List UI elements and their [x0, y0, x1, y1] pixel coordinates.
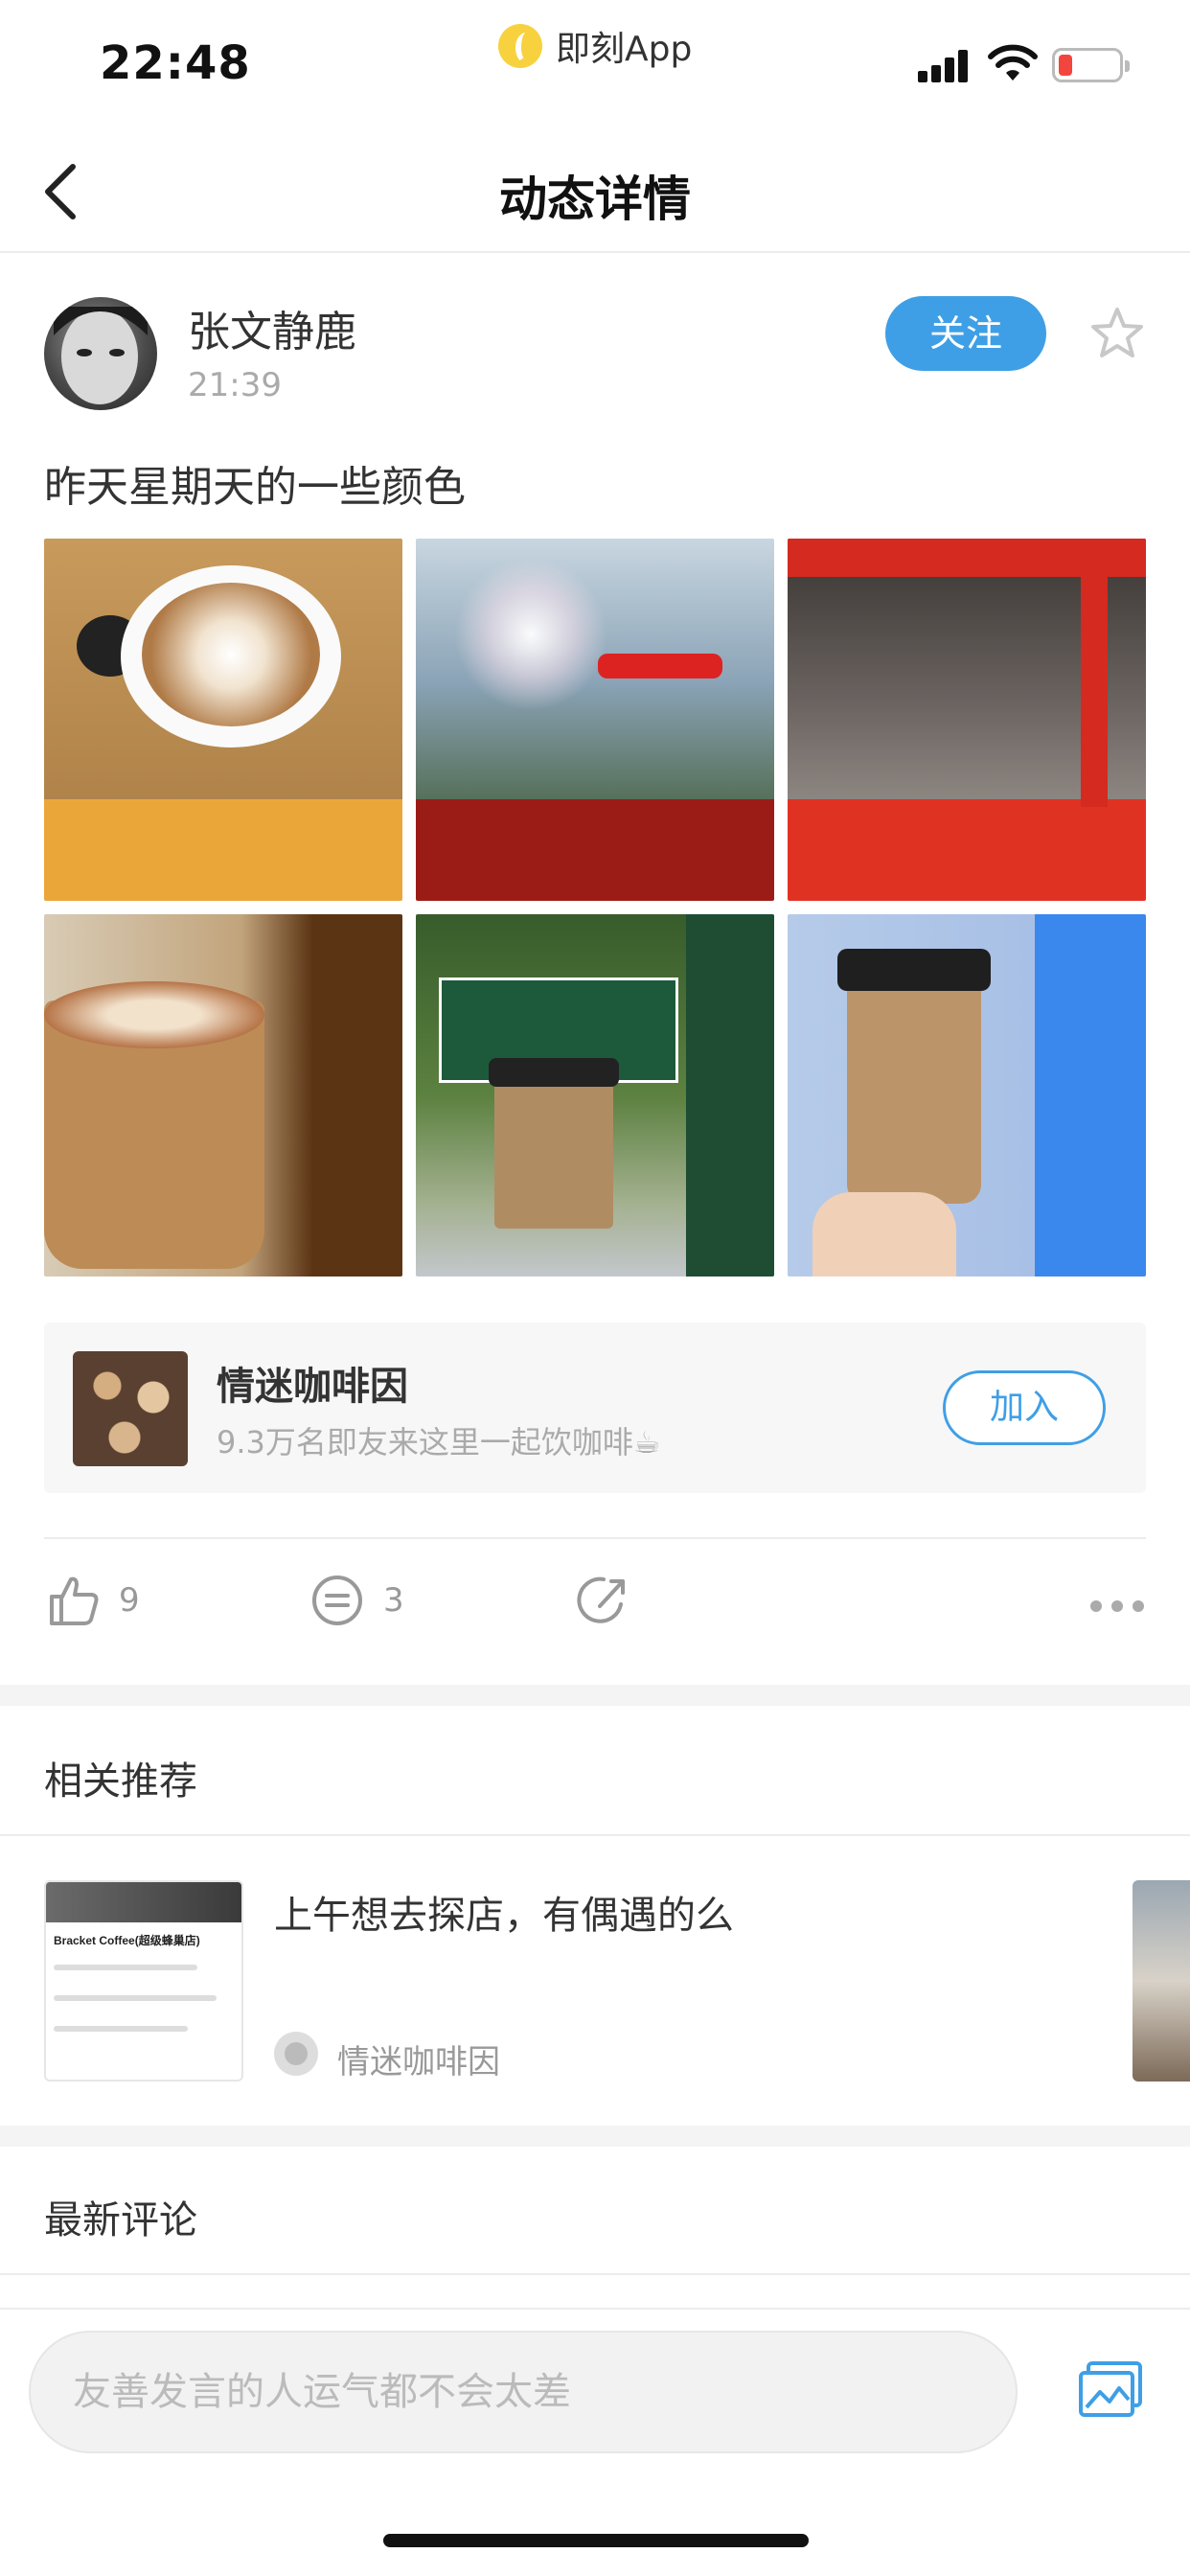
- recommend-thumbnail-text: Bracket Coffee(超级蜂巢店): [54, 1934, 200, 1947]
- post-text: 昨天星期天的一些颜色: [44, 463, 466, 512]
- comment-icon: [312, 1576, 362, 1625]
- section-gap: [0, 2126, 1190, 2147]
- comment-count: 3: [383, 1581, 404, 1620]
- photo-espresso-machine[interactable]: [788, 539, 1146, 901]
- group-description: 9.3万名即友来这里一起饮咖啡☕: [217, 1424, 661, 1460]
- jike-app-icon: [498, 24, 542, 68]
- share-icon: [577, 1576, 625, 1623]
- next-recommendation-thumbnail[interactable]: [1133, 1880, 1190, 2082]
- photo-deer-coffee-cup[interactable]: [788, 914, 1146, 1276]
- recommend-thumbnail[interactable]: Bracket Coffee(超级蜂巢店): [44, 1880, 243, 2082]
- divider: [44, 1537, 1146, 1539]
- star-icon[interactable]: [1088, 305, 1146, 362]
- more-dots-icon: [1090, 1600, 1102, 1612]
- nav-bar: 动态详情: [0, 125, 1190, 253]
- photo-handwritten-cup[interactable]: [44, 914, 402, 1276]
- wifi-icon: [988, 44, 1038, 80]
- like-count: 9: [119, 1581, 140, 1620]
- divider: [0, 2308, 1190, 2310]
- post-timestamp: 21:39: [188, 366, 282, 404]
- join-group-button[interactable]: 加入: [943, 1370, 1106, 1445]
- recommend-post-title[interactable]: 上午想去探店，有偶遇的么: [274, 1884, 734, 1940]
- comment-button[interactable]: 3: [309, 1572, 404, 1629]
- battery-icon: [1052, 48, 1130, 82]
- comments-section-title: 最新评论: [44, 2198, 197, 2242]
- image-picker-icon[interactable]: [1077, 2359, 1144, 2419]
- home-indicator[interactable]: [383, 2534, 809, 2547]
- author-name[interactable]: 张文静鹿: [188, 297, 356, 358]
- status-time: 22:48: [100, 36, 251, 90]
- share-button[interactable]: [575, 1572, 632, 1629]
- cellular-signal-icon: [918, 50, 972, 82]
- divider: [0, 2273, 1190, 2275]
- status-app-indicator: 即刻App: [498, 21, 692, 71]
- page-title: 动态详情: [499, 172, 691, 227]
- group-avatar-icon: [274, 2032, 318, 2076]
- group-name: 情迷咖啡因: [217, 1365, 408, 1409]
- like-button[interactable]: 9: [44, 1572, 140, 1629]
- group-thumbnail: [73, 1351, 188, 1466]
- avatar-portrait: [54, 307, 148, 404]
- photo-street-sign-cup[interactable]: [416, 914, 774, 1276]
- recommend-section-title: 相关推荐: [44, 1760, 197, 1804]
- divider: [0, 1834, 1190, 1836]
- author-avatar[interactable]: [44, 297, 157, 410]
- status-bar: 22:48 即刻App: [0, 0, 1190, 125]
- photo-grid: [44, 539, 1146, 1276]
- group-card[interactable]: 情迷咖啡因 9.3万名即友来这里一起饮咖啡☕ 加入: [44, 1322, 1146, 1493]
- more-options-button[interactable]: [1090, 1600, 1144, 1612]
- recommend-group-name[interactable]: 情迷咖啡因: [337, 2036, 500, 2082]
- follow-button[interactable]: 关注: [885, 296, 1046, 371]
- section-gap: [0, 1685, 1190, 1706]
- thumbs-up-icon: [50, 1576, 99, 1625]
- post-actions: 9 3: [0, 1572, 1190, 1648]
- comment-input[interactable]: 友善发言的人运气都不会太差: [29, 2331, 1018, 2453]
- status-app-name: 即刻App: [556, 30, 693, 69]
- photo-window-flare[interactable]: [416, 539, 774, 901]
- photo-latte-art[interactable]: [44, 539, 402, 901]
